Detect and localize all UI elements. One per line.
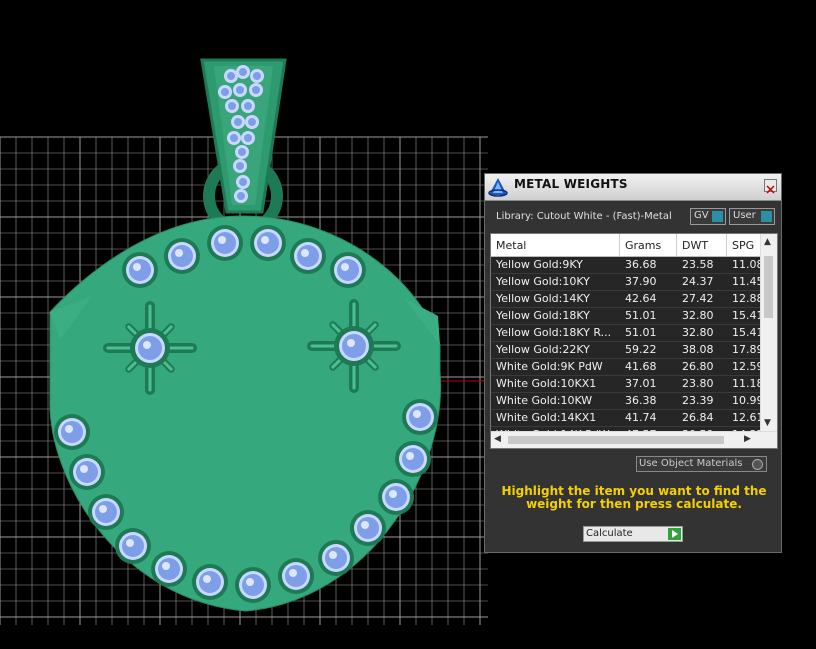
- gem: [278, 558, 314, 594]
- metal-table[interactable]: Metal Grams DWT SPG Yellow Gold:9KY 36.68…: [490, 233, 778, 449]
- gem: [122, 252, 158, 288]
- table-row[interactable]: White Gold:14KX1 41.74 26.84 12.61: [491, 410, 761, 427]
- column-header-grams[interactable]: Grams: [625, 239, 661, 252]
- table-row[interactable]: Yellow Gold:18KY R... 51.01 32.80 15.41: [491, 325, 761, 342]
- gem: [115, 528, 151, 564]
- gem: [378, 479, 414, 515]
- table-body: Yellow Gold:9KY 36.68 23.58 11.08 Yellow Go…: [491, 257, 761, 444]
- table-row[interactable]: Yellow Gold:14KY 42.64 27.42 12.88: [491, 291, 761, 308]
- panel-title: METAL WEIGHTS: [514, 177, 628, 191]
- scroll-left-icon[interactable]: ◀: [494, 434, 501, 444]
- gem: [151, 551, 187, 587]
- user-toggle[interactable]: User: [729, 208, 775, 225]
- table-row[interactable]: White Gold:9K PdW 41.68 26.80 12.59: [491, 359, 761, 376]
- gem: [192, 564, 228, 600]
- table-header: Metal Grams DWT SPG: [491, 234, 761, 257]
- calculate-label: Calculate: [586, 528, 633, 539]
- gem: [250, 225, 286, 261]
- gem: [69, 454, 105, 490]
- radio-icon[interactable]: [752, 459, 763, 470]
- use-object-materials-label: Use Object Materials: [639, 458, 743, 469]
- scroll-up-icon[interactable]: ▲: [764, 237, 771, 247]
- scroll-thumb[interactable]: [764, 256, 773, 318]
- instruction-text: Highlight the item you want to find the …: [501, 484, 767, 511]
- toggle-indicator-icon: [712, 211, 723, 222]
- table-row[interactable]: Yellow Gold:9KY 36.68 23.58 11.08: [491, 257, 761, 274]
- use-object-materials-option[interactable]: Use Object Materials: [636, 456, 767, 472]
- panel-titlebar[interactable]: METAL WEIGHTS: [485, 174, 781, 201]
- gem: [290, 238, 326, 274]
- gv-toggle-label: GV: [694, 210, 709, 221]
- gem: [164, 238, 200, 274]
- table-row[interactable]: Yellow Gold:10KY 37.90 24.37 11.45: [491, 274, 761, 291]
- gem: [350, 510, 386, 546]
- gem: [54, 414, 90, 450]
- horizontal-scrollbar[interactable]: ◀ ▶: [491, 431, 777, 448]
- gem: [207, 225, 243, 261]
- gem: [88, 494, 124, 530]
- column-header-spg[interactable]: SPG: [732, 239, 754, 252]
- close-icon[interactable]: [764, 179, 777, 194]
- gem: [318, 540, 354, 576]
- table-row[interactable]: White Gold:10KX1 37.01 23.80 11.18: [491, 376, 761, 393]
- scroll-right-icon[interactable]: ▶: [744, 434, 751, 444]
- gv-toggle[interactable]: GV: [690, 208, 726, 225]
- gem: [402, 399, 438, 435]
- column-header-metal[interactable]: Metal: [496, 239, 526, 252]
- metal-weights-panel: METAL WEIGHTS Library: Cutout White - (F…: [484, 173, 782, 553]
- calculate-button[interactable]: Calculate: [583, 526, 683, 542]
- play-arrow-icon[interactable]: [668, 528, 681, 540]
- pendant-body: [49, 215, 442, 612]
- table-row[interactable]: Yellow Gold:18KY 51.01 32.80 15.41: [491, 308, 761, 325]
- column-header-dwt[interactable]: DWT: [682, 239, 708, 252]
- bail: [200, 58, 287, 236]
- table-row[interactable]: White Gold:10KW 36.38 23.39 10.99: [491, 393, 761, 410]
- user-toggle-label: User: [733, 210, 756, 221]
- library-label: Library: Cutout White - (Fast)-Metal: [496, 211, 672, 222]
- scroll-thumb[interactable]: [508, 436, 724, 444]
- scroll-down-icon[interactable]: ▼: [764, 418, 771, 428]
- gem: [330, 252, 366, 288]
- gem: [395, 441, 431, 477]
- gem: [235, 567, 271, 603]
- vertical-scrollbar[interactable]: ▲ ▼: [760, 234, 777, 433]
- table-row[interactable]: Yellow Gold:22KY 59.22 38.08 17.89: [491, 342, 761, 359]
- app-logo-icon: [488, 178, 508, 197]
- toggle-indicator-icon: [761, 211, 772, 222]
